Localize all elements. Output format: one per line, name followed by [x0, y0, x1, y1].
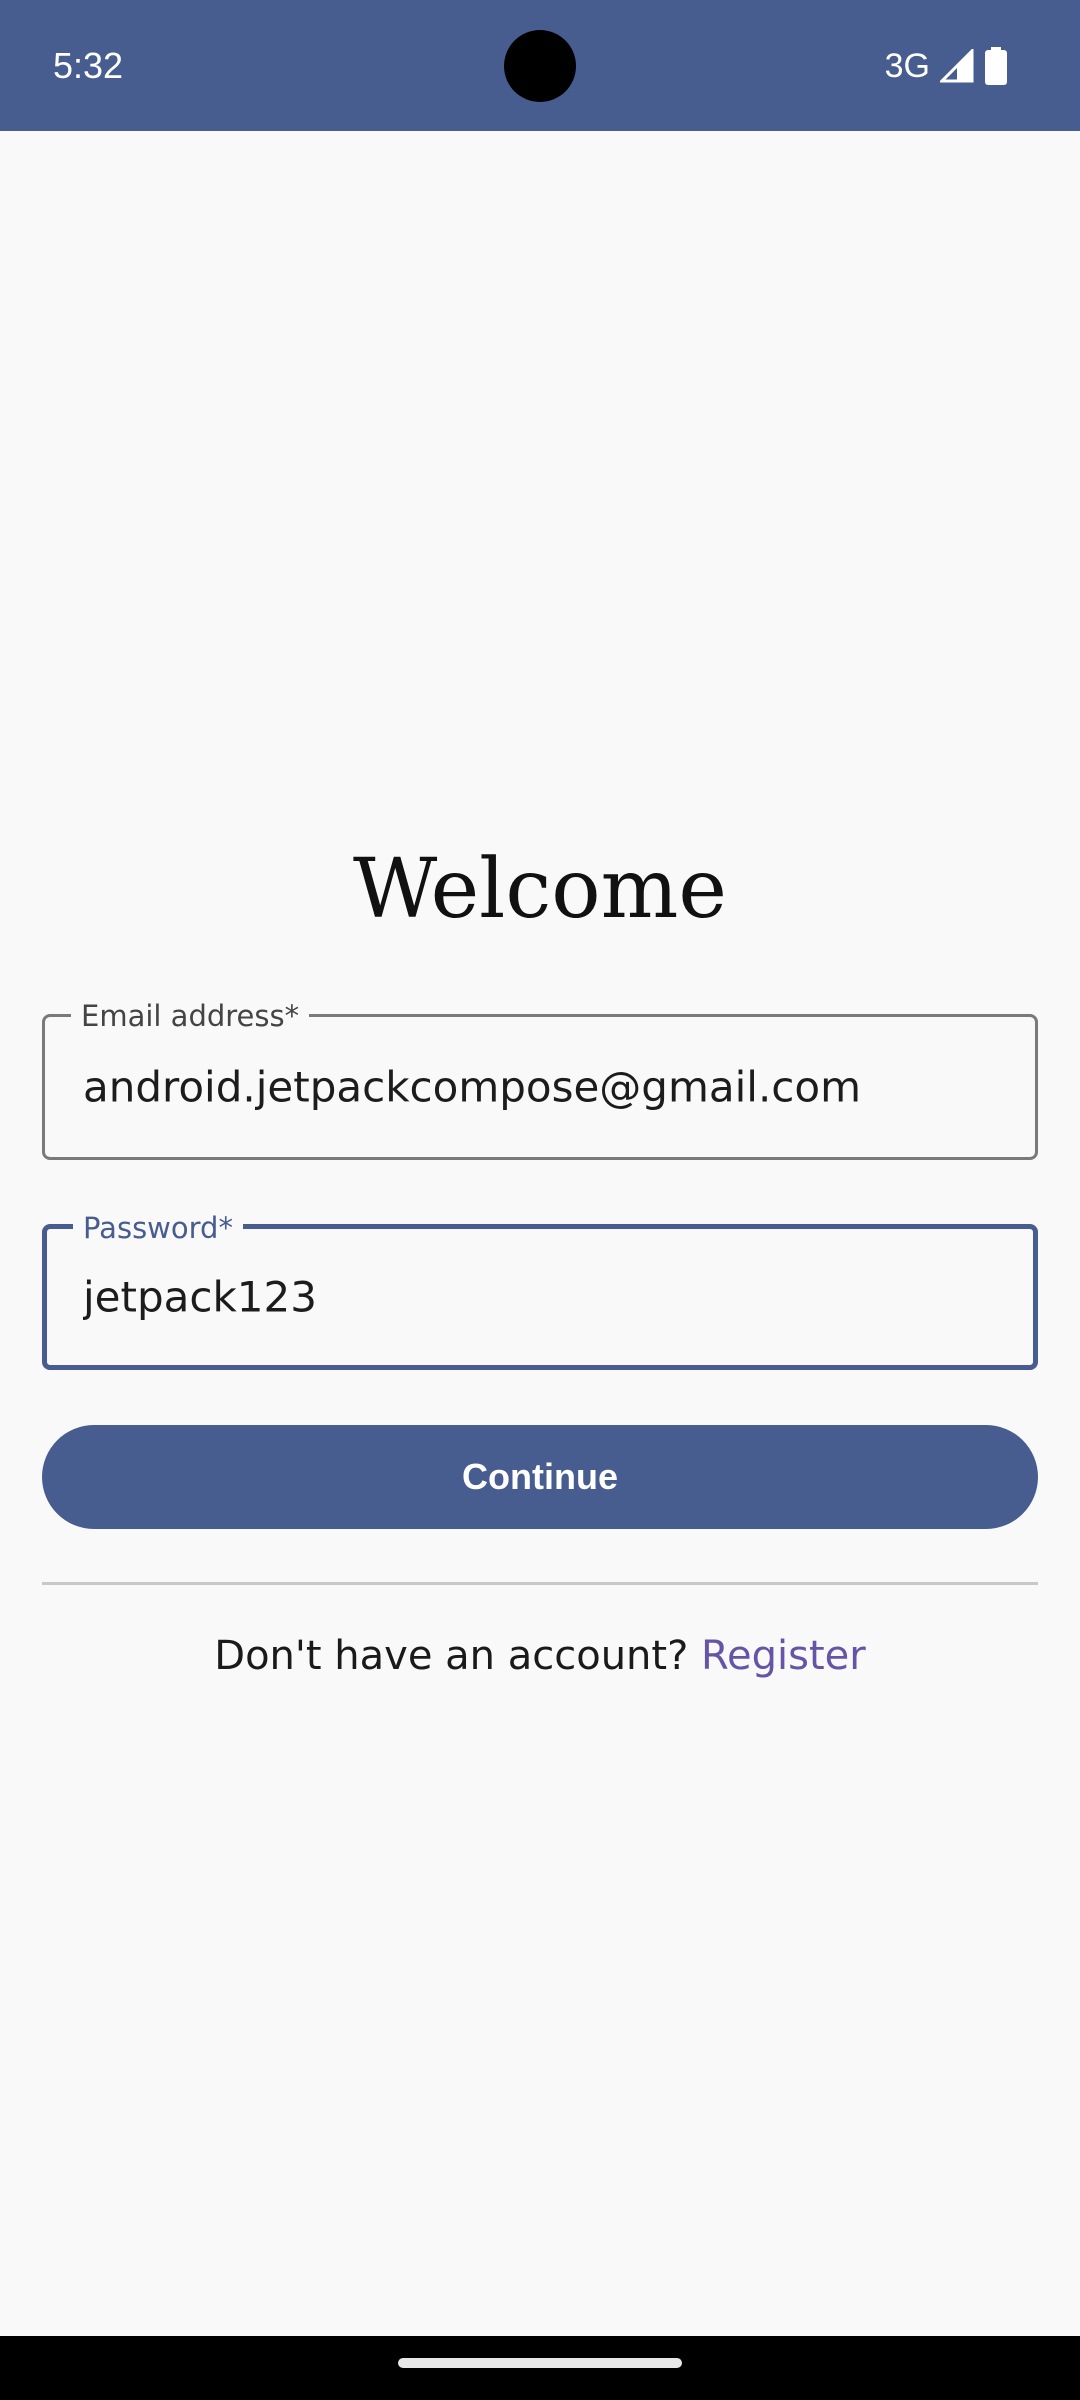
- email-field[interactable]: Email address* android.jetpackcompose@gm…: [42, 999, 1038, 1160]
- password-field-label: Password*: [73, 1211, 243, 1245]
- register-prompt-row: Don't have an account? Register: [0, 1630, 1080, 1682]
- status-icons: 3G: [885, 42, 1008, 90]
- navigation-bar: [0, 2336, 1080, 2400]
- register-prompt-text: Don't have an account?: [214, 1633, 702, 1679]
- password-field[interactable]: Password* jetpack123: [42, 1211, 1038, 1370]
- camera-cutout: [504, 30, 576, 102]
- password-field-value[interactable]: jetpack123: [83, 1273, 1009, 1322]
- signal-icon: [940, 49, 974, 83]
- network-type-label: 3G: [884, 46, 930, 85]
- battery-icon: [984, 47, 1008, 85]
- email-field-value[interactable]: android.jetpackcompose@gmail.com: [83, 1063, 1011, 1112]
- status-time: 5:32: [53, 45, 124, 86]
- continue-button[interactable]: Continue: [42, 1425, 1038, 1529]
- register-link[interactable]: Register: [701, 1633, 866, 1679]
- email-field-label: Email address*: [71, 999, 310, 1033]
- page-title: Welcome: [353, 842, 727, 937]
- home-indicator[interactable]: [398, 2358, 682, 2368]
- status-bar: 5:32 3G: [0, 0, 1080, 131]
- divider: [42, 1582, 1038, 1585]
